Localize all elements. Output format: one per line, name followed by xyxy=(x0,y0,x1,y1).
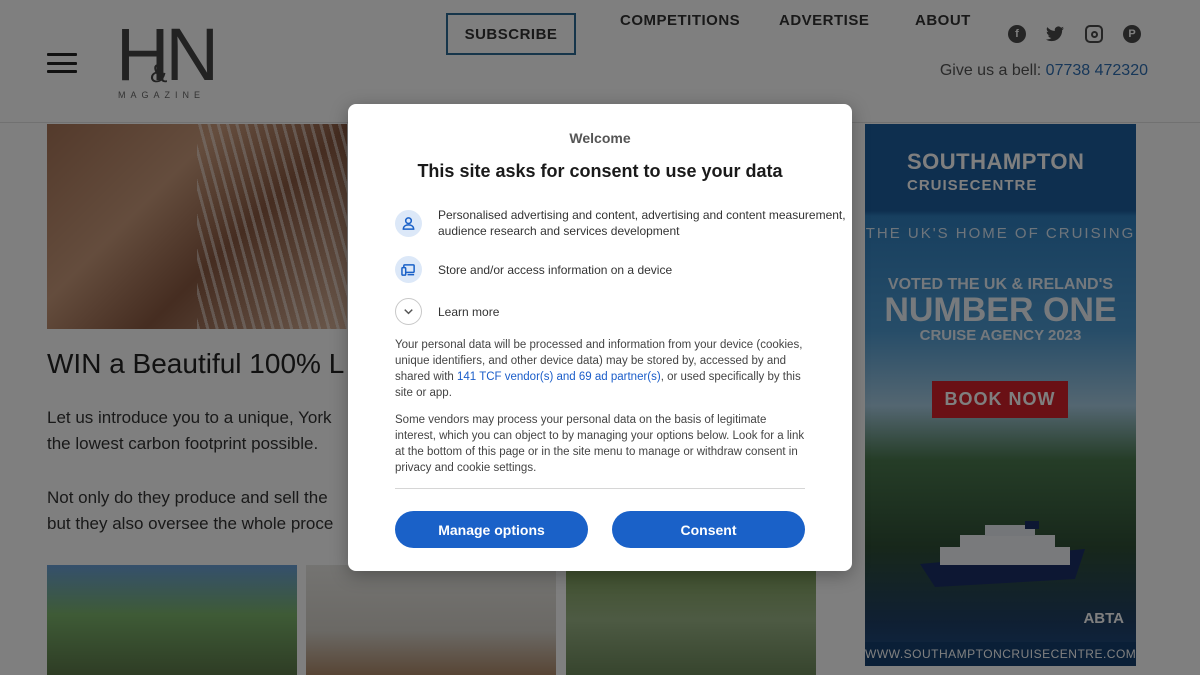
learn-more-toggle[interactable]: Learn more xyxy=(395,298,499,325)
consent-dialog: Welcome This site asks for consent to us… xyxy=(348,104,852,571)
learn-more-label[interactable]: Learn more xyxy=(438,304,499,320)
purpose-storage-text: Store and/or access information on a dev… xyxy=(438,262,673,277)
consent-body-1: Your personal data will be processed and… xyxy=(395,337,805,401)
dialog-title: This site asks for consent to use your d… xyxy=(417,161,783,181)
purpose-advertising: Personalised advertising and content, ad… xyxy=(395,207,852,239)
purpose-storage: Store and/or access information on a dev… xyxy=(395,256,672,283)
purpose-advertising-text: Personalised advertising and content, ad… xyxy=(438,208,846,238)
vendors-link[interactable]: 141 TCF vendor(s) and 69 ad partner(s) xyxy=(457,371,661,383)
consent-body-2: Some vendors may process your personal d… xyxy=(395,414,805,474)
dialog-divider xyxy=(395,488,805,489)
consent-button[interactable]: Consent xyxy=(612,511,805,548)
chevron-down-icon[interactable] xyxy=(395,298,422,325)
person-icon xyxy=(395,209,422,237)
manage-options-button[interactable]: Manage options xyxy=(395,511,588,548)
dialog-welcome: Welcome xyxy=(569,130,631,146)
devices-icon xyxy=(395,256,422,283)
